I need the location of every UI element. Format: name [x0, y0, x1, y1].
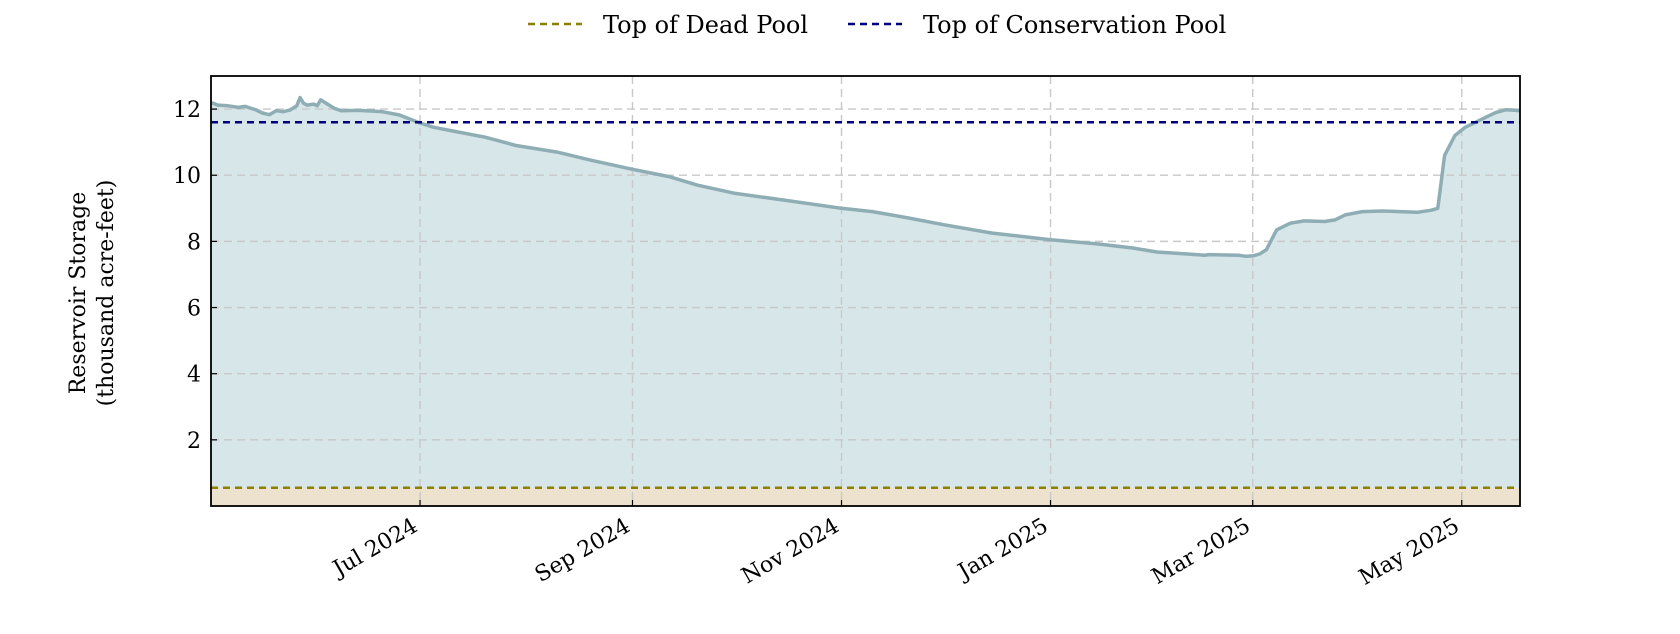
storage-area-fill	[211, 97, 1520, 506]
legend: Top of Dead Pool Top of Conservation Poo…	[528, 11, 1226, 39]
x-tick-label: Mar 2025	[1148, 514, 1255, 590]
x-tick-label: Sep 2024	[531, 514, 635, 588]
reservoir-storage-chart: Top of Dead Pool Top of Conservation Poo…	[0, 0, 1680, 630]
area-fills	[211, 76, 1520, 506]
y-tick-label: 4	[187, 363, 201, 388]
y-tick-label: 6	[187, 297, 201, 322]
x-tick-label: May 2025	[1355, 514, 1464, 591]
y-tick-label: 2	[187, 429, 201, 454]
legend-label-dead-pool: Top of Dead Pool	[603, 11, 808, 39]
x-tick-label: Jan 2025	[952, 514, 1052, 586]
chart-svg: Top of Dead Pool Top of Conservation Poo…	[66, 11, 1521, 591]
y-axis-label: Reservoir Storage	[66, 192, 91, 395]
y-axis-label-units: (thousand acre-feet)	[94, 180, 119, 407]
y-tick-label: 10	[173, 164, 201, 189]
dead-pool-fill	[211, 487, 1520, 506]
x-tick-label: Nov 2024	[738, 514, 844, 590]
legend-label-conservation-pool: Top of Conservation Pool	[923, 11, 1226, 39]
x-tick-label: Jul 2024	[327, 514, 422, 583]
y-tick-label: 8	[187, 230, 201, 255]
y-tick-label: 12	[173, 98, 201, 123]
